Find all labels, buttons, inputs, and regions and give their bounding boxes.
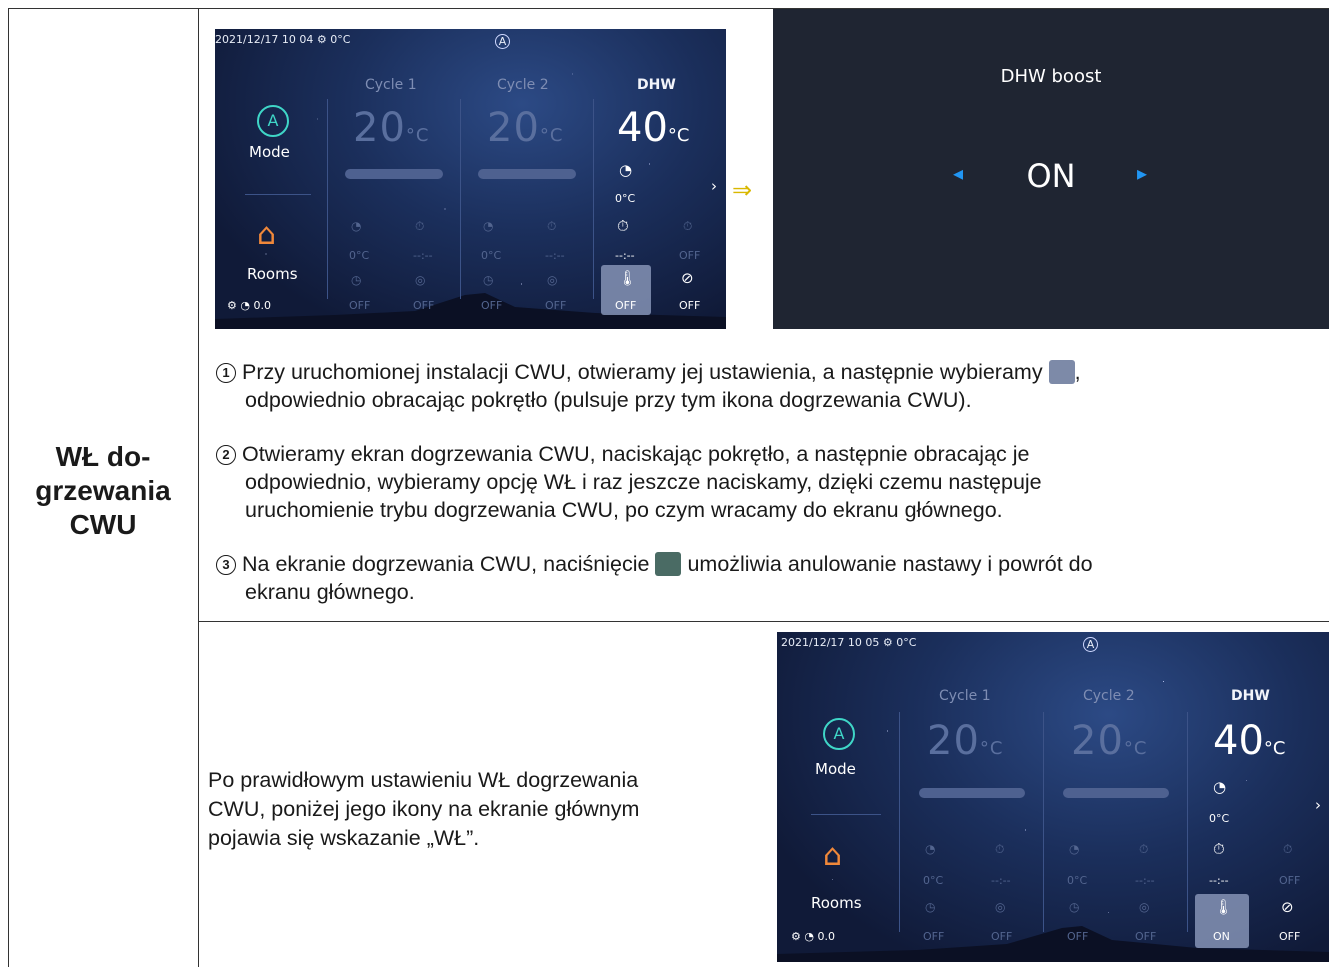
auto-badge-icon: A [495,34,510,49]
boost-thermometer-icon [1048,360,1075,384]
step-1: 1 Przy uruchomionej instalacji CWU, otwi… [216,358,1326,414]
eco-icon: ◎ [995,900,1006,914]
row-label: WŁ do- grzewania CWU [35,441,171,540]
cycle2-label: Cycle 2 [1083,688,1135,704]
chevron-right-icon[interactable]: › [711,177,717,195]
gauge-icon: ◔ [804,930,814,943]
cycle1-bar [919,788,1025,798]
cycle2-bar [478,169,576,179]
transition-arrow-icon: ⇒ [732,177,753,204]
dhw-temp: 40°C [1213,718,1286,764]
arrow-right-icon[interactable]: ▸ [1137,161,1147,185]
boost-thermometer-icon[interactable]: 🌡 [618,269,637,287]
rooms-label: Rooms [247,265,298,283]
status-datetime: 2021/12/17 10 05 ⚙ 0°C [781,636,917,649]
table-col-divider [198,8,199,967]
cycle1-bar [345,169,443,179]
mode-label: Mode [249,143,290,161]
settings-icon: ⚙ [227,299,237,312]
gauge-icon: ◔ [483,219,494,233]
mode-label: Mode [815,760,856,778]
step-2: 2 Otwieramy ekran dogrzewania CWU, nacis… [216,440,1326,524]
dhw-sub-temp: 0°C [615,192,636,205]
compressor-icon: ⚙ [316,33,327,46]
boost-title: DHW boost [1000,66,1102,87]
boost-thermometer-icon[interactable]: 🌡 [1214,898,1233,916]
back-icon [655,552,682,576]
timer-icon: ⏱ [415,219,425,233]
pressure-readout: ⚙ ◔ 0.0 [791,930,835,943]
dhw-timer: --:-- [1209,874,1229,887]
eco-icon: ◎ [415,273,426,287]
table-row-divider [198,621,1329,622]
compressor-icon: ⚙ [882,636,893,649]
home-icon[interactable]: ⌂ [823,838,842,873]
chevron-right-icon[interactable]: › [1315,796,1321,814]
home-icon[interactable]: ⌂ [257,217,276,252]
timer-icon: ⏱ [683,219,693,233]
timer-icon: ⏱ [547,219,557,233]
mode-auto-icon[interactable]: A [823,718,855,750]
boost-state: OFF [615,299,637,312]
cycle1-label: Cycle 1 [365,77,417,93]
bottom-text: Po prawidłowym ustawieniu WŁ dogrzewania… [208,768,640,850]
eco-state: OFF [1279,930,1301,943]
pressure-readout: ⚙ ◔ 0.0 [227,299,271,312]
cycle2-bar [1063,788,1169,798]
timer-icon: ⏱ [995,842,1005,856]
dhw-label: DHW [637,77,676,93]
auto-badge-icon: A [1083,637,1098,652]
dhw-sub-temp: 0°C [1209,812,1230,825]
eco-state: OFF [679,299,701,312]
gauge-icon: ◔ [351,219,362,233]
eco-off-icon[interactable]: ⊘ [1281,898,1294,916]
timer-icon: ⏱ [617,217,629,235]
timer-icon: ⏱ [1139,842,1149,856]
step-number: 3 [216,555,236,575]
dhw-boost-screen: DHW boost ◂ ON ▸ [773,9,1329,329]
cycle1-temp: 20°C [927,718,1004,764]
cycle1-temp: 20°C [353,105,430,151]
boost-state: ON [1213,930,1230,943]
main-screen-after: 2021/12/17 10 05 ⚙ 0°C A Cycle 1 Cycle 2… [777,632,1329,962]
status-datetime: 2021/12/17 10 04 ⚙ 0°C [215,33,351,46]
eco-off-icon[interactable]: ⊘ [681,269,694,287]
dhw-label: DHW [1231,688,1270,704]
dhw-temp: 40°C [617,105,690,151]
step-3: 3 Na ekranie dogrzewania CWU, naciśnięci… [216,550,1326,606]
gauge-icon: ◔ [619,161,633,179]
dhw-timer: --:-- [615,249,635,262]
timer-icon: ⏱ [1213,840,1225,858]
settings-icon: ⚙ [791,930,801,943]
gauge-icon: ◔ [1213,778,1227,796]
step-number: 1 [216,363,236,383]
timer-icon: ⏱ [1283,842,1293,856]
gauge-icon: ◔ [240,299,250,312]
cycle2-label: Cycle 2 [497,77,549,93]
gauge-icon: ◔ [925,842,936,856]
eco-icon: ◎ [1139,900,1150,914]
boost-value[interactable]: ON [773,157,1329,195]
mode-auto-icon[interactable]: A [257,105,289,137]
rooms-label: Rooms [811,894,862,912]
cycle2-temp: 20°C [1071,718,1148,764]
cycle1-label: Cycle 1 [939,688,991,704]
main-screen-before: 2021/12/17 10 04 ⚙ 0°C A Cycle 1 Cycle 2… [215,29,726,329]
cycle2-temp: 20°C [487,105,564,151]
gauge-icon: ◔ [1069,842,1080,856]
eco-icon: ◎ [547,273,558,287]
step-number: 2 [216,445,236,465]
